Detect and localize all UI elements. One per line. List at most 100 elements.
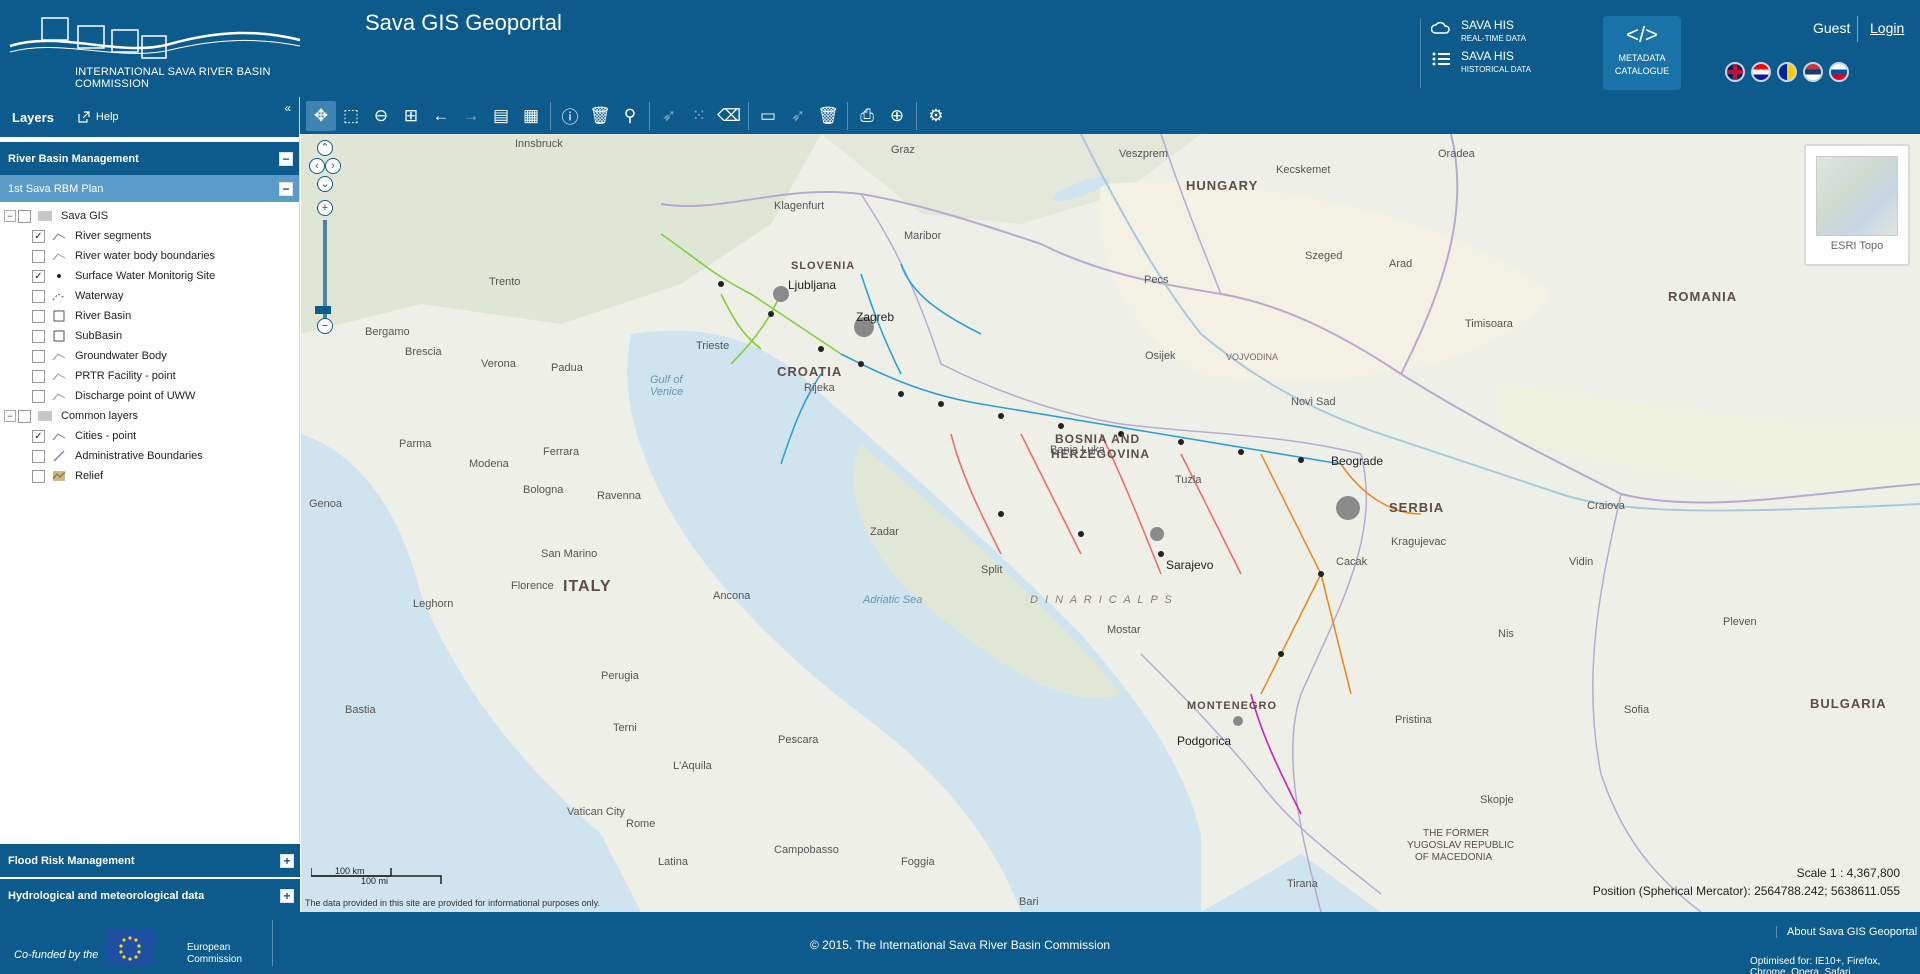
expand-plus-icon[interactable]: + xyxy=(280,853,294,868)
full-extent-icon[interactable]: ⊞ xyxy=(396,101,426,131)
layer-checkbox[interactable] xyxy=(32,309,45,323)
map-label-latina: Latina xyxy=(658,856,688,868)
tree-expand-icon[interactable]: − xyxy=(4,410,16,422)
forward-arrow-icon[interactable]: → xyxy=(456,101,486,131)
pan-right-icon[interactable]: › xyxy=(325,158,341,174)
map-label-graz: Graz xyxy=(891,144,915,156)
layer-checkbox[interactable]: ✓ xyxy=(32,229,45,243)
map-label-sarajevo: Sarajevo xyxy=(1166,558,1214,572)
layer-checkbox[interactable] xyxy=(18,409,31,423)
map-label-bari: Bari xyxy=(1019,896,1039,908)
pan-icon[interactable]: ✥ xyxy=(306,100,336,131)
map-label-kragujevac: Kragujevac xyxy=(1391,536,1447,548)
zoom-box-icon[interactable]: ⬚ xyxy=(336,101,366,131)
zoom-out-magnifier-icon[interactable]: ⊖ xyxy=(366,101,396,131)
tree-expand-icon[interactable]: − xyxy=(4,210,16,222)
section-hydro-meteo[interactable]: Hydrological and meteorological data + xyxy=(0,877,300,912)
map-label-foggia: Foggia xyxy=(901,856,935,868)
map-label-campobasso: Campobasso xyxy=(774,844,839,856)
layer-checkbox[interactable] xyxy=(32,369,45,383)
line-legend-icon xyxy=(51,230,67,242)
language-flags xyxy=(1725,62,1849,82)
expand-plus-icon[interactable]: + xyxy=(280,888,294,903)
metadata-catalogue-button[interactable]: </> METADATA CATALOGUE xyxy=(1603,16,1681,90)
layer-checkbox[interactable] xyxy=(32,289,45,303)
select-pointer-icon[interactable]: ➶ xyxy=(654,101,684,131)
flag-rs-icon[interactable] xyxy=(1803,62,1823,82)
tree-label: PRTR Facility - point xyxy=(75,370,176,382)
measure-ruler-icon[interactable]: ▭ xyxy=(753,101,783,131)
settings-gear-icon[interactable]: ⚙ xyxy=(921,101,951,131)
isrbc-logo[interactable]: INTERNATIONAL SAVA RIVER BASIN COMMISSIO… xyxy=(0,0,320,97)
clear-selection-icon[interactable]: ⌫ xyxy=(714,101,744,131)
zoom-in-icon[interactable]: + xyxy=(317,200,333,216)
globe-icon[interactable]: ⊕ xyxy=(882,101,912,131)
his-realtime-link[interactable]: SAVA HIS REAL-TIME DATA xyxy=(1431,18,1531,43)
basemap-preview xyxy=(1816,156,1898,236)
layer-checkbox[interactable] xyxy=(32,469,45,483)
layer-checkbox[interactable] xyxy=(32,329,45,343)
map-canvas[interactable]: HUNGARY ROMANIA SLOVENIA CROATIA BOSNIA … xyxy=(301,134,1920,912)
map-label-terni: Terni xyxy=(613,722,637,734)
tree-layer-groundwater: Groundwater Body xyxy=(4,346,299,366)
map-label-timisoara: Timisoara xyxy=(1465,318,1513,330)
section-flood-risk[interactable]: Flood Risk Management + xyxy=(0,842,300,877)
guest-label: Guest xyxy=(1813,20,1851,36)
collapse-sidebar-icon[interactable]: « xyxy=(284,101,291,115)
pan-down-icon[interactable]: ⌄ xyxy=(317,176,333,192)
help-button[interactable]: Help xyxy=(78,111,119,123)
map-label-dinaric-alps: D I N A R I C A L P S xyxy=(1030,594,1174,606)
map-layers-icon[interactable]: ▤ xyxy=(486,101,516,131)
back-arrow-icon[interactable]: ← xyxy=(426,101,456,131)
section-river-basin-management[interactable]: River Basin Management − xyxy=(0,142,299,175)
map-scale-ratio: Scale 1 : 4,367,800 xyxy=(1796,866,1900,880)
table-icon[interactable]: ▦ xyxy=(516,101,546,131)
logo-graphic xyxy=(9,17,301,59)
zoom-slider-track[interactable] xyxy=(323,220,327,320)
login-link[interactable]: Login xyxy=(1870,20,1904,36)
layer-checkbox[interactable]: ✓ xyxy=(32,269,45,283)
flag-ba-icon[interactable] xyxy=(1777,62,1797,82)
his-historical-title: SAVA HIS xyxy=(1461,49,1514,63)
clear-trash-icon[interactable]: 🗑 xyxy=(585,101,615,131)
layer-checkbox[interactable] xyxy=(32,449,45,463)
pan-left-icon[interactable]: ‹ xyxy=(309,158,325,174)
map-label-croatia: CROATIA xyxy=(777,364,843,379)
flag-en-icon[interactable] xyxy=(1725,62,1745,82)
layer-checkbox[interactable] xyxy=(32,249,45,263)
eu-flag-icon xyxy=(106,930,154,966)
folder-icon xyxy=(37,410,53,422)
code-icon: </> xyxy=(1626,22,1658,47)
map-label-perugia: Perugia xyxy=(601,670,639,682)
about-link[interactable]: About Sava GIS Geoportal xyxy=(1776,926,1917,938)
flag-si-icon[interactable] xyxy=(1829,62,1849,82)
subsection-rbm-plan[interactable]: 1st Sava RBM Plan − xyxy=(0,175,299,202)
basemap-switcher[interactable]: ESRI Topo xyxy=(1804,144,1910,266)
flag-hr-icon[interactable] xyxy=(1751,62,1771,82)
draw-pointer-icon[interactable]: ➶ xyxy=(783,101,813,131)
eu-label-1: European xyxy=(187,942,231,953)
tree-label: Sava GIS xyxy=(61,210,109,222)
boundary-legend-icon xyxy=(51,450,67,462)
info-icon[interactable]: ⓘ xyxy=(555,101,585,131)
delete-drawing-icon[interactable]: 🗑 xyxy=(813,101,843,131)
map-label-kecskemet: Kecskemet xyxy=(1276,164,1331,176)
print-icon[interactable]: ⎙ xyxy=(852,101,882,131)
map-label-serbia: SERBIA xyxy=(1389,500,1445,515)
pan-up-icon[interactable]: ⌃ xyxy=(317,140,333,156)
his-historical-link[interactable]: SAVA HIS HISTORICAL DATA xyxy=(1431,49,1531,74)
zoom-slider-handle[interactable] xyxy=(315,306,331,314)
search-icon[interactable]: ⚲ xyxy=(615,101,645,131)
layer-checkbox[interactable] xyxy=(32,349,45,363)
select-grid-icon[interactable]: ⁙ xyxy=(684,101,714,131)
map-label-ravenna: Ravenna xyxy=(597,490,642,502)
scale-mi-label: 100 mi xyxy=(361,876,389,886)
zoom-out-icon[interactable]: − xyxy=(317,318,333,334)
collapse-minus-icon[interactable]: − xyxy=(279,181,293,196)
layer-checkbox[interactable] xyxy=(32,389,45,403)
collapse-minus-icon[interactable]: − xyxy=(279,151,293,166)
tree-layer-prtr: PRTR Facility - point xyxy=(4,366,299,386)
layer-checkbox[interactable]: ✓ xyxy=(32,429,45,443)
map-label-trento: Trento xyxy=(489,276,521,288)
layer-checkbox[interactable] xyxy=(18,209,31,223)
